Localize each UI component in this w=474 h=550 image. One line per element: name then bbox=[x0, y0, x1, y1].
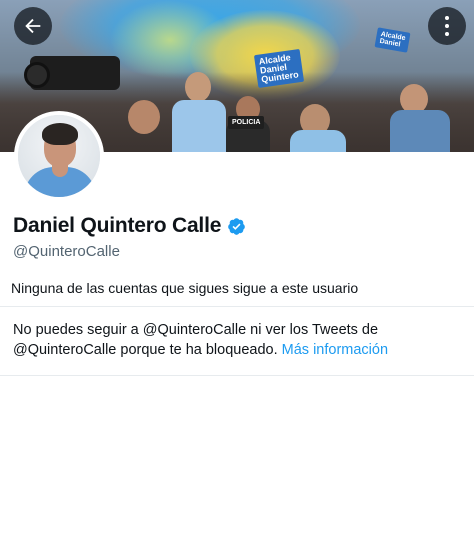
banner-police-cap: POLICIA bbox=[228, 116, 265, 129]
banner-person bbox=[185, 72, 211, 102]
banner-sign: Alcalde Daniel bbox=[374, 27, 411, 53]
back-arrow-icon bbox=[25, 18, 41, 34]
profile-avatar[interactable] bbox=[14, 111, 104, 201]
verified-badge-icon[interactable] bbox=[227, 217, 246, 236]
banner-sign: Alcalde Daniel Quintero bbox=[253, 48, 304, 89]
banner-person bbox=[128, 100, 160, 134]
divider bbox=[0, 375, 474, 376]
banner-person bbox=[290, 130, 346, 152]
profile-handle: @QuinteroCalle bbox=[13, 243, 120, 260]
banner-camera bbox=[24, 56, 120, 90]
more-info-link[interactable]: Más información bbox=[282, 342, 388, 358]
blocked-notice: No puedes seguir a @QuinteroCalle ni ver… bbox=[13, 320, 465, 360]
more-options-button[interactable] bbox=[428, 7, 466, 45]
more-vertical-icon bbox=[445, 16, 449, 36]
follow-status-note: Ninguna de las cuentas que sigues sigue … bbox=[11, 280, 359, 296]
banner-person bbox=[390, 110, 450, 152]
divider bbox=[0, 306, 474, 307]
back-button[interactable] bbox=[14, 7, 52, 45]
profile-display-name: Daniel Quintero Calle bbox=[13, 214, 222, 237]
banner-person bbox=[172, 100, 226, 152]
profile-name-row: Daniel Quintero Calle bbox=[13, 214, 246, 238]
